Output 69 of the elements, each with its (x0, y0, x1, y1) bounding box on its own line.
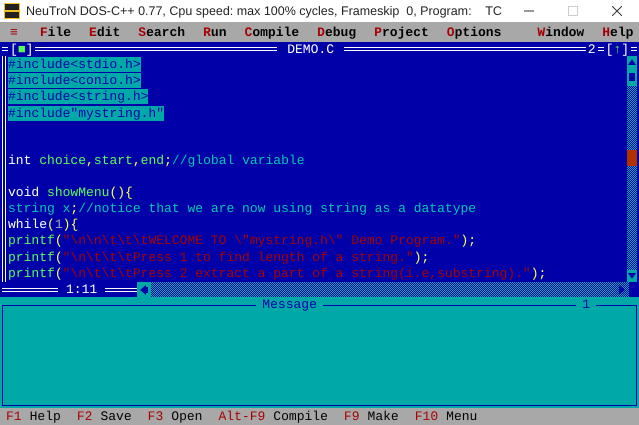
scroll-thumb-icon[interactable] (629, 73, 635, 81)
close-button[interactable]: [■] (10, 42, 34, 56)
message-title: Message (262, 299, 317, 311)
code-token: , (86, 153, 94, 168)
menu-item[interactable]: Options (446, 24, 502, 40)
scroll-up-icon[interactable] (628, 59, 636, 65)
horizontal-scrollbar[interactable] (137, 282, 629, 297)
scroll-left-icon[interactable] (140, 284, 148, 294)
selected-code-text: #include<string.h> (8, 89, 148, 104)
code-token: //global variable (172, 153, 305, 168)
maximize-icon (568, 6, 578, 16)
menu-item[interactable]: Edit (89, 24, 120, 40)
code-token: ); (414, 250, 430, 265)
code-token: ; (70, 201, 78, 216)
window-title: NeuTroN DOS-C++ 0.77, Cpu speed: max 100% cycles, Frameskip 0, Program: TC (26, 4, 503, 18)
shortcut-label: Make (368, 409, 399, 424)
code-token: showMenu (47, 184, 110, 200)
shortcut-label: Save (100, 409, 132, 424)
code-token: ; (164, 153, 172, 168)
menu-item[interactable]: Run (203, 24, 226, 40)
cursor-position: 1:11 (65, 282, 98, 297)
menu-item[interactable]: Compile (244, 24, 300, 40)
code-token: ( (47, 217, 55, 232)
code-token: ); (460, 233, 476, 248)
code-token: ( (54, 250, 63, 265)
zoom-button[interactable]: [↑] (606, 42, 629, 56)
code-token: choice (39, 153, 86, 168)
code-token: ){ (62, 217, 78, 232)
shortcut-label: Help (30, 409, 61, 424)
code-token: while (8, 217, 48, 232)
code-token: "\n\t\t\tPress 1 to find length of a string." (62, 250, 414, 265)
menu-item[interactable]: Debug (317, 24, 356, 40)
code-token: void (8, 184, 40, 200)
selected-code-text: #include<stdio.h> (8, 57, 141, 72)
menu-item[interactable]: Window (537, 24, 584, 40)
dosbox-logo-icon (4, 3, 20, 19)
code-token: 1 (54, 217, 63, 232)
menu-item[interactable]: File (40, 24, 72, 40)
scroll-marker (627, 150, 637, 166)
shortcut-label: Menu (446, 409, 478, 424)
code-token: int (8, 153, 32, 168)
menu-item[interactable]: Project (374, 24, 429, 40)
window-number: 2 (588, 42, 596, 56)
code-token: string x (8, 201, 70, 216)
code-token: end (140, 153, 164, 168)
code-token: ); (530, 266, 546, 281)
code-token: "\n\t\t\tPress 2 extract a part of a string(i.e,substring)." (62, 266, 531, 281)
shortcut-label: Open (171, 409, 202, 424)
scroll-down-icon[interactable] (628, 273, 636, 279)
code-token: start (94, 153, 133, 168)
code-token: ( (54, 266, 63, 281)
code-token: ( (54, 233, 63, 248)
menu-item[interactable]: Search (138, 24, 186, 40)
code-token: printf (8, 250, 55, 265)
menu-item[interactable]: Help (602, 24, 634, 40)
code-token: (){ (109, 184, 133, 200)
window-number: 1 (582, 299, 590, 311)
selected-code-text: #include"mystring.h" (8, 106, 164, 121)
vertical-scrollbar[interactable] (627, 56, 637, 282)
code-token: //notice that we are now using string as a datatype (78, 201, 476, 216)
code-token: printf (8, 266, 55, 281)
selected-code-text: #include<conio.h> (8, 73, 141, 88)
close-icon (612, 6, 622, 16)
code-token: , (132, 153, 141, 168)
code-token: "\n\n\t\t\tWELCOME TO \"mystring.h\" Demo Program." (62, 233, 460, 248)
scroll-right-icon[interactable] (619, 284, 625, 294)
file-title: DEMO.C (286, 42, 335, 56)
shortcut-label: Compile (273, 409, 328, 424)
code-token: printf (8, 233, 55, 248)
